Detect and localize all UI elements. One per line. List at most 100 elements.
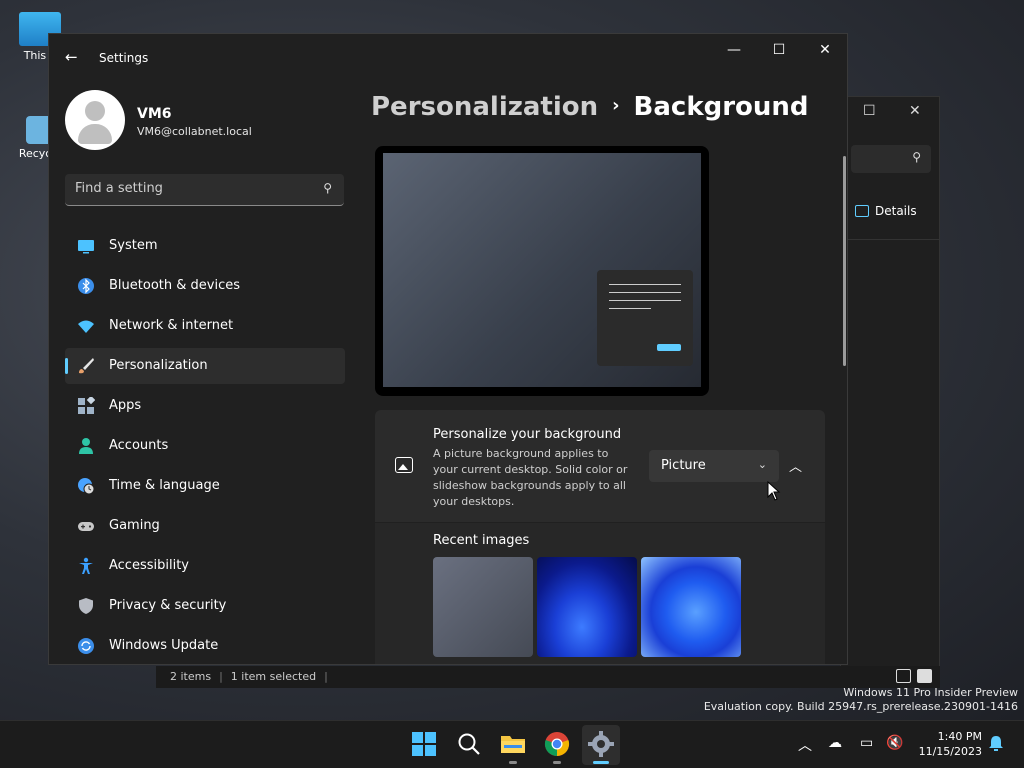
tiles-view-icon[interactable] bbox=[917, 669, 932, 683]
shield-icon bbox=[77, 597, 95, 615]
find-setting-box[interactable]: ⚲ bbox=[65, 174, 344, 206]
page-title: Background bbox=[633, 92, 809, 122]
card-description: A picture background applies to your cur… bbox=[433, 447, 628, 508]
sidebar-item-gaming[interactable]: Gaming bbox=[65, 508, 345, 544]
background-type-dropdown[interactable]: Picture ⌄ bbox=[649, 450, 779, 482]
sidebar-item-label: Time & language bbox=[109, 478, 220, 493]
close-icon[interactable]: ✕ bbox=[810, 42, 840, 58]
chevron-down-icon: ⌄ bbox=[757, 458, 767, 471]
background-preview bbox=[375, 146, 709, 396]
close-icon[interactable]: ✕ bbox=[909, 103, 921, 119]
item-count: 2 items bbox=[170, 670, 212, 683]
sidebar-item-label: Accounts bbox=[109, 438, 169, 453]
sidebar-item-personalization[interactable]: Personalization bbox=[65, 348, 345, 384]
details-pane-icon bbox=[855, 205, 869, 217]
chrome-button[interactable] bbox=[544, 731, 572, 759]
mouse-cursor bbox=[767, 481, 781, 501]
image-icon bbox=[395, 457, 413, 473]
sidebar-item-system[interactable]: System bbox=[65, 228, 345, 264]
divider bbox=[841, 239, 939, 240]
taskbar: ︿ ☁ ▭ 🔇 1:40 PM 11/15/2023 bbox=[0, 720, 1024, 768]
recent-image-thumbnail[interactable] bbox=[537, 557, 637, 657]
sidebar-item-accounts[interactable]: Accounts bbox=[65, 428, 345, 464]
sidebar-item-apps[interactable]: Apps bbox=[65, 388, 345, 424]
gear-icon bbox=[588, 731, 614, 757]
bluetooth-icon bbox=[77, 277, 95, 295]
watermark-line2: Evaluation copy. Build 25947.rs_prerelea… bbox=[703, 700, 1018, 713]
volume-muted-icon[interactable]: 🔇 bbox=[886, 735, 903, 751]
avatar bbox=[65, 90, 125, 150]
sidebar-item-label: Accessibility bbox=[109, 558, 189, 573]
settings-button[interactable] bbox=[588, 731, 616, 759]
details-button[interactable]: Details bbox=[855, 204, 917, 218]
details-view-icon[interactable] bbox=[896, 669, 911, 683]
personalize-background-card: Personalize your background A picture ba… bbox=[375, 410, 825, 522]
sidebar-item-accessibility[interactable]: Accessibility bbox=[65, 548, 345, 584]
search-icon bbox=[458, 733, 480, 755]
card-title: Personalize your background bbox=[433, 427, 622, 442]
maximize-icon[interactable]: ☐ bbox=[764, 42, 794, 58]
sidebar-item-label: Privacy & security bbox=[109, 598, 227, 613]
sidebar-item-label: Apps bbox=[109, 398, 142, 413]
sidebar-item-network[interactable]: Network & internet bbox=[65, 308, 345, 344]
gamepad-icon bbox=[77, 517, 95, 535]
selection-count: 1 item selected bbox=[230, 670, 317, 683]
brush-icon bbox=[77, 357, 95, 375]
search-input[interactable] bbox=[75, 181, 305, 196]
search-icon: ⚲ bbox=[912, 150, 921, 164]
search-button[interactable] bbox=[456, 731, 484, 759]
sidebar-item-privacy-security[interactable]: Privacy & security bbox=[65, 588, 345, 624]
title-bar: ← Settings — ☐ ✕ bbox=[49, 34, 847, 82]
display-icon[interactable]: ▭ bbox=[860, 735, 873, 751]
profile-email: VM6@collabnet.local bbox=[137, 125, 252, 138]
recent-images-section: Recent images bbox=[375, 523, 825, 664]
sidebar-item-label: Gaming bbox=[109, 518, 160, 533]
monitor-icon bbox=[77, 237, 95, 255]
update-icon bbox=[77, 637, 95, 655]
wifi-icon bbox=[77, 317, 95, 335]
maximize-icon[interactable]: ☐ bbox=[863, 103, 876, 119]
file-explorer-button[interactable] bbox=[500, 731, 528, 759]
time: 1:40 PM bbox=[937, 730, 982, 743]
sidebar-item-label: Network & internet bbox=[109, 318, 234, 333]
chevron-right-icon: › bbox=[612, 95, 620, 116]
chevron-up-icon[interactable]: ︿ bbox=[798, 735, 812, 755]
profile-name: VM6 bbox=[137, 106, 172, 122]
running-indicator bbox=[553, 761, 561, 764]
person-icon bbox=[77, 437, 95, 455]
breadcrumb-parent[interactable]: Personalization bbox=[371, 92, 598, 122]
explorer-status-bar: 2 items | 1 item selected | bbox=[156, 666, 940, 688]
windows-logo-icon bbox=[412, 732, 436, 756]
chevron-up-icon[interactable]: ︿ bbox=[789, 456, 802, 475]
recent-image-thumbnail[interactable] bbox=[433, 557, 533, 657]
sidebar-nav: System Bluetooth & devices Network & int… bbox=[65, 228, 345, 664]
active-indicator bbox=[593, 761, 609, 764]
recent-image-thumbnail[interactable] bbox=[641, 557, 741, 657]
sidebar-item-label: Personalization bbox=[109, 358, 208, 373]
evaluation-watermark: Windows 11 Pro Insider Preview Evaluatio… bbox=[704, 686, 1018, 714]
watermark-line1: Windows 11 Pro Insider Preview bbox=[843, 686, 1018, 699]
dropdown-value: Picture bbox=[661, 458, 706, 473]
clock[interactable]: 1:40 PM 11/15/2023 bbox=[912, 729, 982, 759]
network-off-icon[interactable]: ☁ bbox=[828, 735, 842, 751]
sidebar-item-time-language[interactable]: Time & language bbox=[65, 468, 345, 504]
apps-icon bbox=[77, 395, 96, 415]
back-arrow-icon[interactable]: ← bbox=[65, 48, 78, 66]
bell-icon[interactable] bbox=[988, 735, 1004, 755]
settings-window: ← Settings — ☐ ✕ VM6 VM6@collabnet.local… bbox=[48, 33, 848, 665]
accessibility-icon bbox=[77, 557, 95, 575]
date: 11/15/2023 bbox=[918, 745, 982, 758]
start-button[interactable] bbox=[411, 731, 439, 759]
minimize-icon[interactable]: — bbox=[719, 42, 749, 58]
content-scrollbar[interactable] bbox=[843, 156, 846, 366]
sidebar-item-windows-update[interactable]: Windows Update bbox=[65, 628, 345, 664]
app-title: Settings bbox=[99, 51, 149, 65]
folder-icon bbox=[501, 736, 525, 753]
explorer-search-box[interactable]: ⚲ bbox=[851, 145, 931, 173]
sidebar-item-label: System bbox=[109, 238, 158, 253]
search-icon[interactable]: ⚲ bbox=[323, 181, 332, 195]
file-explorer-window: ☐ ✕ ⚲ Details bbox=[840, 96, 940, 686]
sidebar-item-bluetooth[interactable]: Bluetooth & devices bbox=[65, 268, 345, 304]
running-indicator bbox=[509, 761, 517, 764]
preview-window-mock bbox=[597, 270, 693, 366]
